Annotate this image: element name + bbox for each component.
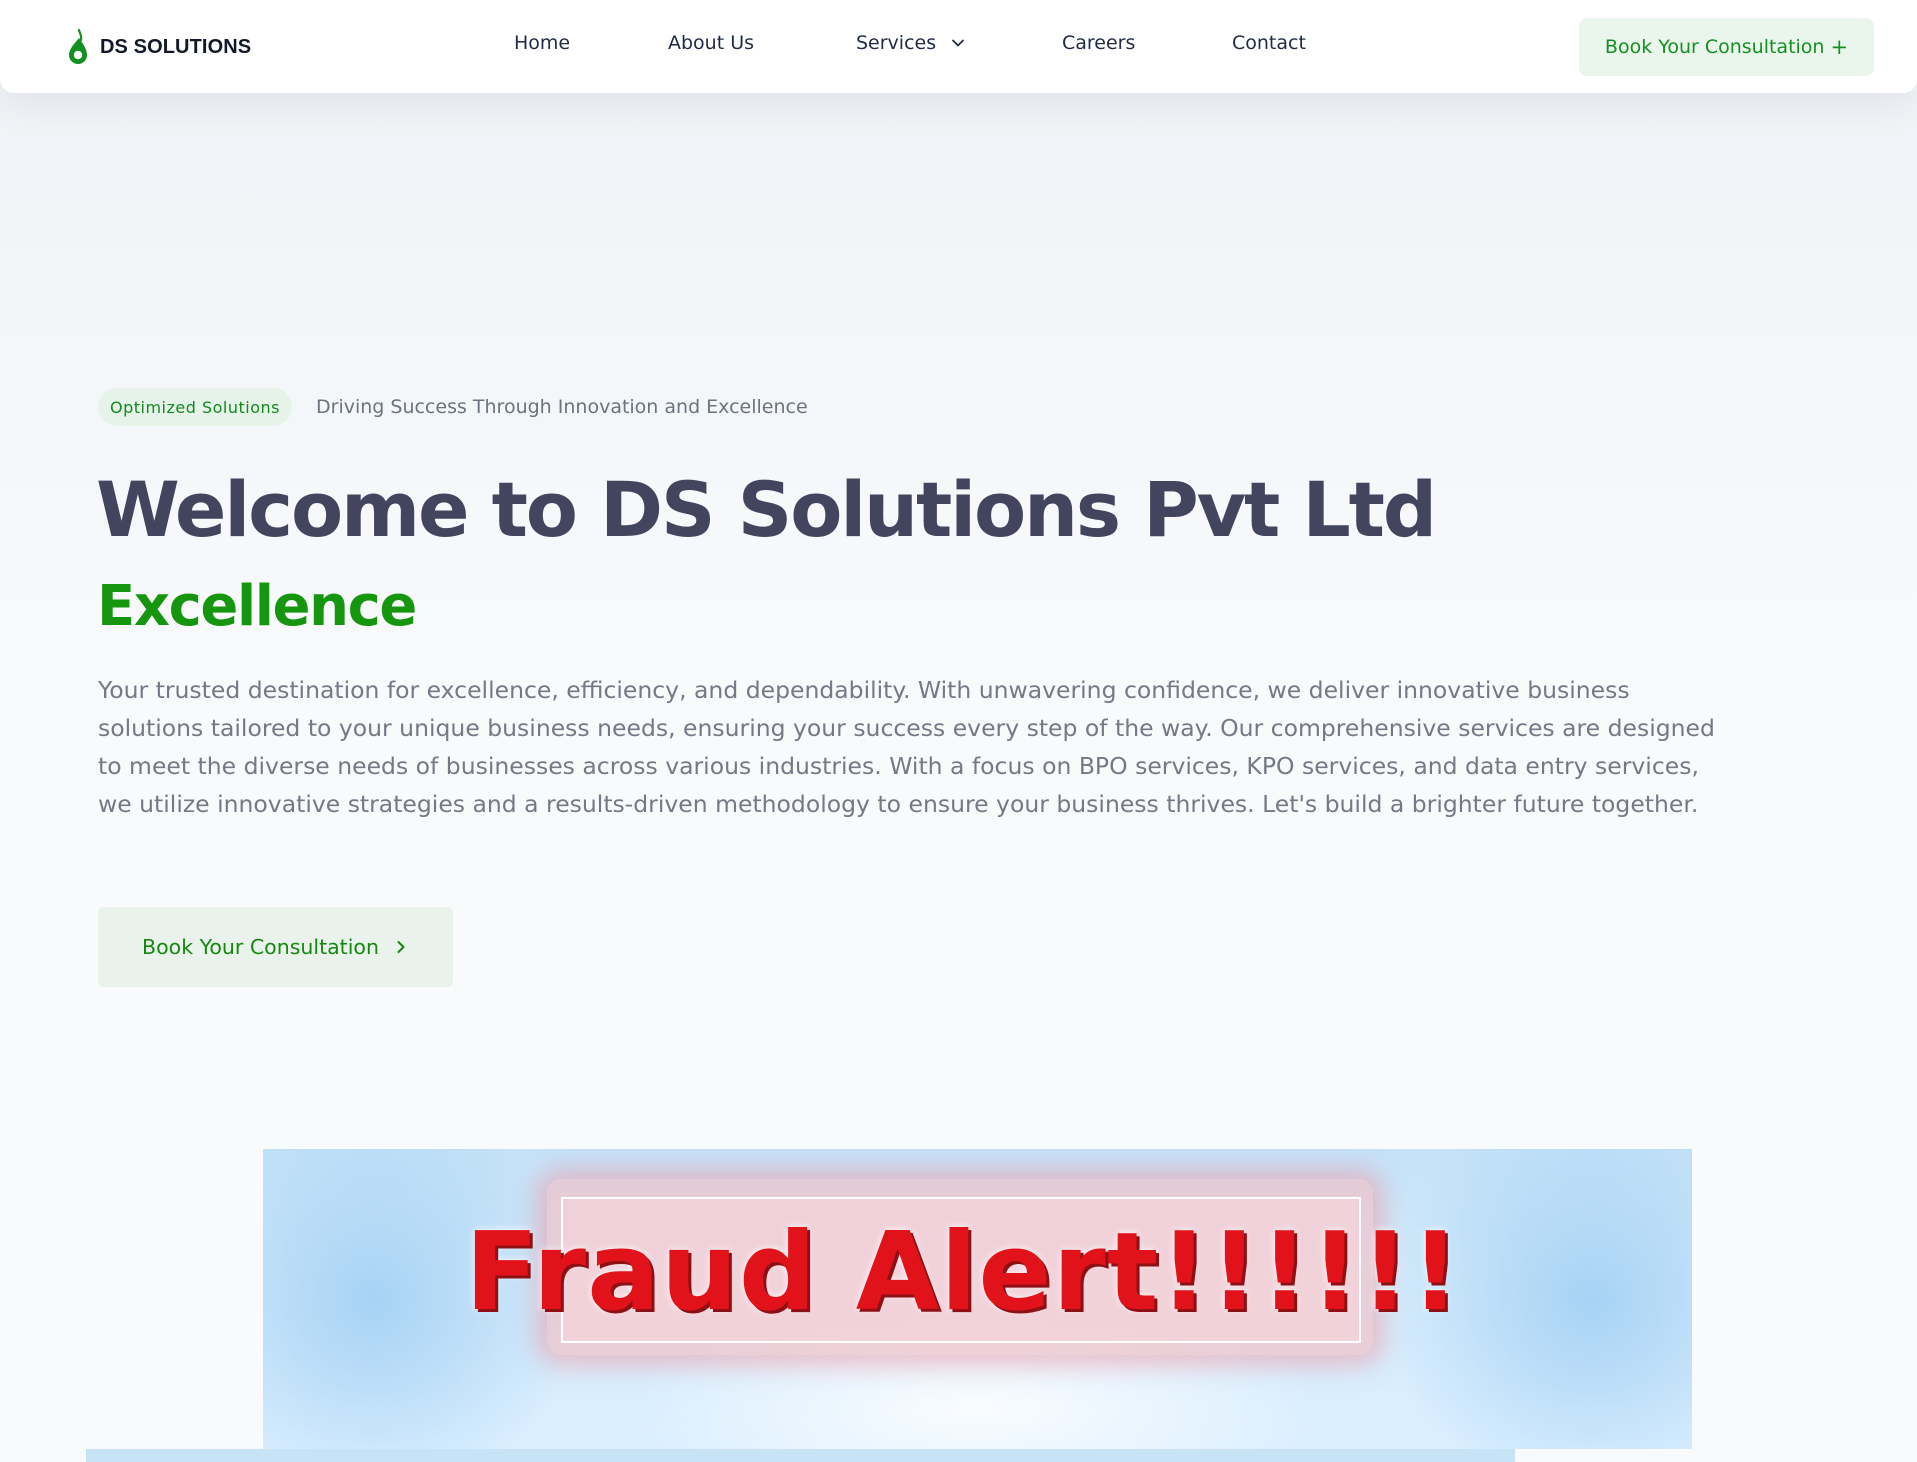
brand-logo-link[interactable]: DS SOLUTIONS [64, 28, 251, 66]
hero-tag-row: Optimized Solutions Driving Success Thro… [98, 388, 808, 426]
fraud-alert-text: Fraud Alert!!!!!! [464, 1209, 1462, 1335]
nav-item-services-label: Services [856, 32, 937, 54]
fraud-alert-box: Fraud Alert!!!!!! [464, 1179, 1462, 1355]
hero-tagline: Driving Success Through Innovation and E… [316, 396, 808, 418]
fraud-alert-frame: Fraud Alert!!!!!! [464, 1197, 1462, 1343]
nav-item-services[interactable]: Services [856, 32, 966, 54]
book-consultation-hero-button[interactable]: Book Your Consultation [98, 907, 453, 987]
hero-description: Your trusted destination for excellence,… [98, 676, 1715, 818]
nav-item-about-us[interactable]: About Us [668, 32, 754, 54]
book-consultation-nav-button[interactable]: Book Your Consultation + [1579, 18, 1874, 76]
nav-item-home[interactable]: Home [514, 32, 570, 54]
top-navbar: DS SOLUTIONS Home About Us Services Care… [0, 0, 1917, 93]
book-consultation-nav-label: Book Your Consultation [1604, 36, 1825, 58]
book-consultation-hero-label: Book Your Consultation [142, 935, 379, 959]
hero-badge: Optimized Solutions [98, 388, 292, 426]
fraud-alert-banner: Fraud Alert!!!!!! [263, 1149, 1692, 1449]
nav-item-contact[interactable]: Contact [1232, 32, 1306, 54]
ds-drop-logo-icon [69, 28, 87, 64]
plus-icon: + [1830, 34, 1849, 59]
page: DS SOLUTIONS Home About Us Services Care… [0, 0, 1917, 1462]
brand-name: DS SOLUTIONS [100, 35, 252, 58]
nav-item-careers[interactable]: Careers [1062, 32, 1135, 54]
hero-title: Welcome to DS Solutions Pvt Ltd [96, 465, 1437, 554]
chevron-down-icon [952, 39, 965, 47]
hero-accent-word: Excellence [97, 574, 417, 639]
chevron-right-icon [397, 941, 405, 953]
banner-bottom-strip [86, 1449, 1515, 1462]
